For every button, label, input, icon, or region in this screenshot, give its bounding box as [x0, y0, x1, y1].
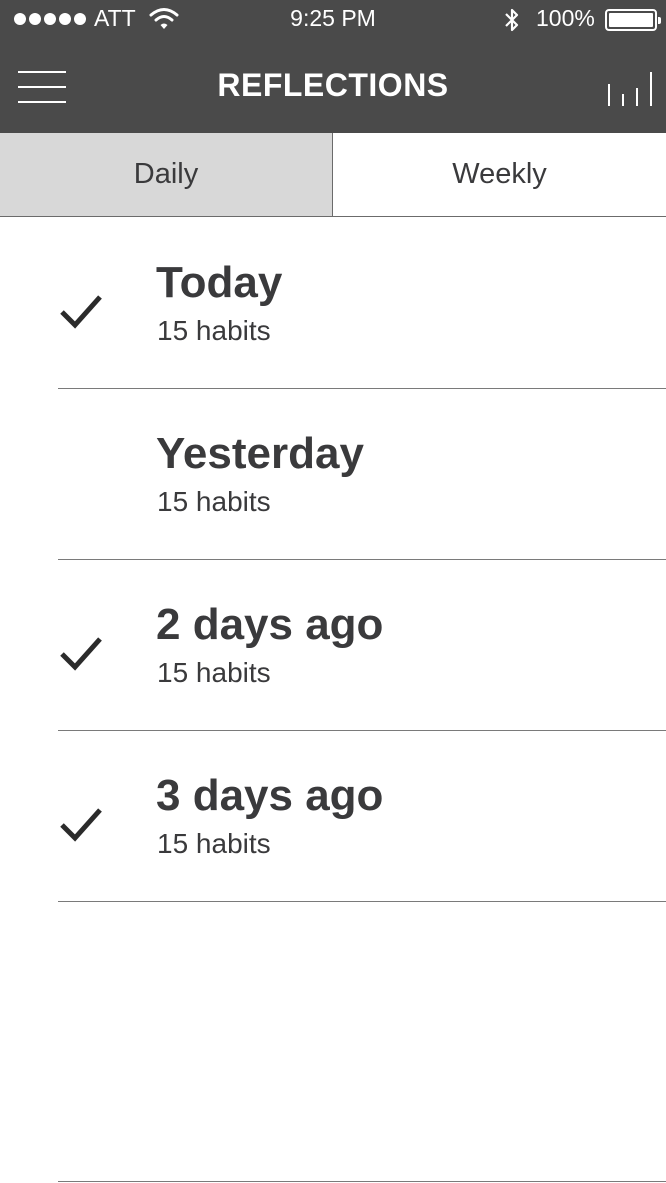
checkmark-icon [60, 637, 102, 671]
list-item-title: Yesterday [156, 429, 364, 478]
reflections-list: Today 15 habits Yesterday 15 habits 2 da… [0, 218, 666, 902]
tab-daily[interactable]: Daily [0, 133, 333, 216]
bar-chart-icon[interactable] [606, 70, 654, 108]
status-bar: ATT 9:25 PM 100% [0, 0, 666, 40]
battery-icon [605, 9, 661, 31]
divider [58, 1181, 666, 1182]
list-item-subtitle: 15 habits [157, 657, 271, 688]
list-item-title: 2 days ago [156, 600, 384, 649]
top-bar: ATT 9:25 PM 100% REFLECTIONS [0, 0, 666, 133]
checkmark-icon [60, 808, 102, 842]
list-item-today[interactable]: Today 15 habits [0, 218, 666, 389]
list-item-subtitle: 15 habits [157, 315, 271, 346]
list-item-subtitle: 15 habits [157, 828, 271, 859]
divider [58, 901, 666, 902]
list-item-yesterday[interactable]: Yesterday 15 habits [0, 389, 666, 560]
checkmark-icon [60, 295, 102, 329]
period-tabs: Daily Weekly [0, 133, 666, 217]
list-item-title: 3 days ago [156, 771, 384, 820]
list-item-subtitle: 15 habits [157, 486, 271, 517]
list-item-3-days-ago[interactable]: 3 days ago 15 habits [0, 731, 666, 902]
tab-weekly[interactable]: Weekly [333, 133, 666, 216]
list-item-2-days-ago[interactable]: 2 days ago 15 habits [0, 560, 666, 731]
bluetooth-icon [505, 8, 519, 32]
battery-percentage: 100% [536, 5, 595, 31]
page-title: REFLECTIONS [217, 67, 449, 103]
list-item-title: Today [156, 258, 283, 307]
